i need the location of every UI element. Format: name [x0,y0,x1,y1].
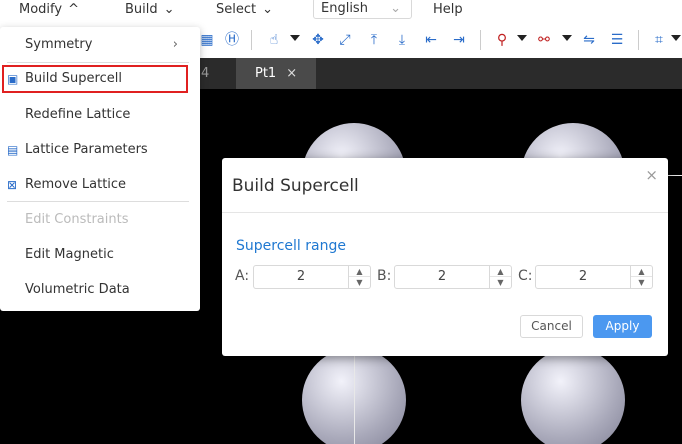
cancel-button[interactable]: Cancel [520,315,583,338]
chevron-down-icon: ⌄ [262,2,274,17]
chevron-down-icon: ⌄ [163,2,175,17]
menu-item-label: Redefine Lattice [25,107,131,122]
plane-icon[interactable]: ⇋ [580,31,598,49]
right-arrow-icon[interactable]: ⇥ [450,31,468,49]
toolbar-divider [480,30,481,50]
menu-select-label: Select [216,2,257,17]
stepper-controls: ▲ ▼ [348,266,370,288]
menu-modify[interactable]: Modify ^ [19,0,79,22]
supercell-range-heading: Supercell range [236,238,346,254]
menu-item-label: Edit Magnetic [25,247,114,262]
close-icon[interactable]: × [286,66,297,81]
atom-sphere[interactable] [521,348,625,444]
menu-item-symmetry[interactable]: Symmetry › [0,28,200,62]
menu-item-edit-constraints: Edit Constraints [0,203,200,237]
chevron-up-icon[interactable]: ▲ [490,266,511,277]
axis-c-label: C: [518,268,533,284]
chevron-down-icon[interactable]: ▼ [631,277,652,288]
chevron-down-icon[interactable]: ▼ [490,277,511,288]
supercell-icon[interactable]: Ⓗ [223,31,241,49]
chevron-right-icon: › [172,37,178,52]
cell-edge-line [354,349,355,444]
menu-item-volumetric-data[interactable]: Volumetric Data [0,273,200,307]
chevron-down-icon[interactable] [671,35,681,41]
left-arrow-icon[interactable]: ⇤ [422,31,440,49]
chevron-down-icon[interactable] [562,35,572,41]
menu-item-edit-magnetic[interactable]: Edit Magnetic [0,238,200,272]
menu-item-remove-lattice[interactable]: ⊠ Remove Lattice [0,168,200,202]
menu-bar: Modify ^ Build ⌄ Select ⌄ English ⌄ Help [0,0,682,22]
axis-a-stepper[interactable]: 2 ▲ ▼ [253,265,371,289]
menu-item-lattice-parameters[interactable]: ▤ Lattice Parameters [0,133,200,167]
menu-item-build-supercell[interactable]: ▣ Build Supercell [0,62,200,96]
measure-icon[interactable]: ⚯ [535,31,553,49]
toolbar-divider [251,30,252,50]
chevron-down-icon[interactable] [517,35,527,41]
axis-c-value[interactable]: 2 [536,266,630,288]
menu-item-label: Symmetry [25,37,93,52]
menu-item-label: Edit Constraints [25,212,129,227]
menu-modify-label: Modify [19,2,63,17]
axis-b-stepper[interactable]: 2 ▲ ▼ [394,265,512,289]
close-icon[interactable]: × [645,166,658,184]
up-arrow-icon[interactable]: ⤒ [365,31,383,49]
dialog-divider [222,212,668,213]
axis-b-label: B: [377,268,392,284]
tab-pt1-label: Pt1 [255,66,277,81]
down-arrow-icon[interactable]: ⤓ [393,31,411,49]
chevron-up-icon[interactable]: ▲ [349,266,370,277]
fit-view-icon[interactable]: ⤢ [336,31,354,49]
menu-item-label: Build Supercell [25,71,122,86]
modify-dropdown: Symmetry › ▣ Build Supercell Redefine La… [0,27,200,311]
axis-a-value[interactable]: 2 [254,266,348,288]
language-select[interactable]: English ⌄ [313,0,412,19]
axis-c-stepper[interactable]: 2 ▲ ▼ [535,265,653,289]
pointer-icon[interactable]: ☝ [265,31,283,49]
chevron-down-icon[interactable]: ▼ [349,277,370,288]
apply-button[interactable]: Apply [593,315,652,338]
chevron-down-icon: ⌄ [390,1,401,16]
stepper-controls: ▲ ▼ [630,266,652,288]
grid-icon[interactable]: ☰ [608,31,626,49]
menu-build[interactable]: Build ⌄ [125,0,175,22]
tab-previous[interactable]: 4 [197,58,235,89]
toolbar-divider [638,30,639,50]
lattice-icon[interactable]: ▦ [198,31,216,49]
menu-select[interactable]: Select ⌄ [216,0,273,22]
tab-pt1[interactable]: Pt1 × [236,58,316,89]
chevron-up-icon: ^ [68,2,79,17]
chevron-down-icon[interactable] [290,35,300,41]
bond-icon[interactable]: ⚲ [493,31,511,49]
menu-item-redefine-lattice[interactable]: Redefine Lattice [0,98,200,132]
menu-item-label: Lattice Parameters [25,142,148,157]
menu-divider [7,201,189,202]
menu-item-label: Remove Lattice [25,177,127,192]
cell-box-icon[interactable]: ⌗ [650,31,668,49]
supercell-icon: ▣ [7,72,19,86]
lattice-params-icon: ▤ [7,143,19,157]
axis-b-value[interactable]: 2 [395,266,489,288]
menu-item-label: Volumetric Data [25,282,130,297]
build-supercell-dialog: Build Supercell × Supercell range A: 2 ▲… [222,158,668,356]
dialog-title: Build Supercell [232,176,359,196]
stepper-controls: ▲ ▼ [489,266,511,288]
menu-build-label: Build [125,2,158,17]
axis-a-label: A: [235,268,250,284]
chevron-up-icon[interactable]: ▲ [631,266,652,277]
menu-help[interactable]: Help [433,0,463,22]
remove-lattice-icon: ⊠ [7,178,18,192]
cell-edge-line [668,175,682,176]
language-value: English [321,1,368,16]
rotate-icon[interactable]: ✥ [309,31,327,49]
